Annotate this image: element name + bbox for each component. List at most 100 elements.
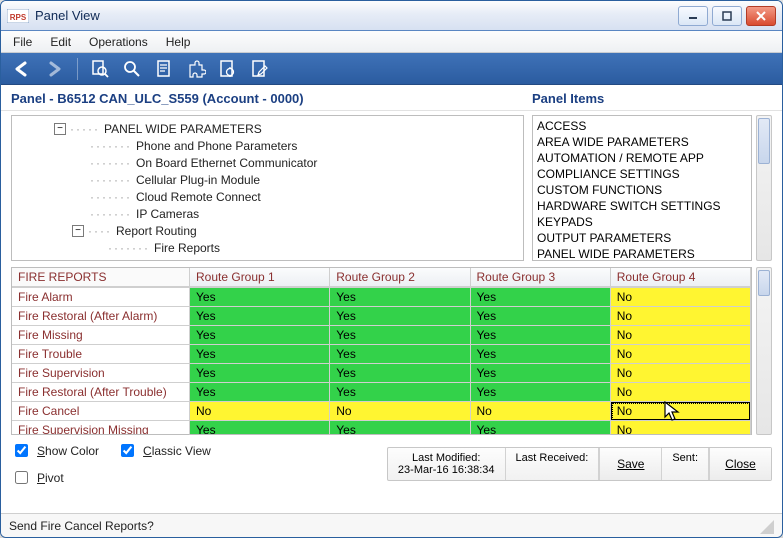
tree-node[interactable]: ·······Phone and Phone Parameters: [18, 137, 523, 154]
cell[interactable]: Yes: [471, 326, 611, 345]
cell[interactable]: No: [471, 402, 611, 421]
pivot-checkbox[interactable]: Pivot: [11, 468, 99, 487]
close-button[interactable]: [746, 6, 776, 26]
page-tools-button[interactable]: [216, 57, 240, 81]
edit-page-button[interactable]: [248, 57, 272, 81]
tree-node-label: Cloud Remote Connect: [136, 190, 261, 204]
tree-node[interactable]: ·······Gas Reports: [18, 256, 523, 261]
back-button[interactable]: [11, 57, 35, 81]
panel-item[interactable]: CUSTOM FUNCTIONS: [537, 182, 747, 198]
save-button[interactable]: Save: [599, 448, 661, 480]
table-row[interactable]: Fire SupervisionYesYesYesNo: [12, 364, 751, 383]
cell[interactable]: Yes: [190, 383, 330, 402]
tree-node[interactable]: ·······IP Cameras: [18, 205, 523, 222]
table-row[interactable]: Fire CancelNoNoNoNo: [12, 402, 751, 421]
cell[interactable]: No: [611, 307, 751, 326]
integrations-button[interactable]: [184, 57, 208, 81]
zoom-page-button[interactable]: [88, 57, 112, 81]
cell[interactable]: Yes: [471, 421, 611, 435]
tree-root[interactable]: − ····· PANEL WIDE PARAMETERS: [18, 120, 523, 137]
panel-item[interactable]: AREA WIDE PARAMETERS: [537, 134, 747, 150]
scrollbar-thumb[interactable]: [758, 270, 770, 296]
cell[interactable]: Yes: [190, 421, 330, 435]
tree-node[interactable]: ·······On Board Ethernet Communicator: [18, 154, 523, 171]
grid-scrollbar[interactable]: [756, 267, 772, 435]
cell[interactable]: Yes: [471, 364, 611, 383]
panel-item[interactable]: COMPLIANCE SETTINGS: [537, 166, 747, 182]
menu-operations[interactable]: Operations: [81, 33, 156, 51]
cell[interactable]: No: [611, 421, 751, 435]
table-row[interactable]: Fire Supervision MissingYesYesYesNo: [12, 421, 751, 435]
cell[interactable]: Yes: [190, 326, 330, 345]
panel-items-wrap: ACCESSAREA WIDE PARAMETERSAUTOMATION / R…: [532, 115, 772, 261]
cell[interactable]: No: [611, 326, 751, 345]
cell[interactable]: No: [330, 402, 470, 421]
notes-button[interactable]: [152, 57, 176, 81]
resize-grip-icon[interactable]: [758, 518, 774, 534]
tree-view[interactable]: − ····· PANEL WIDE PARAMETERS ·······Pho…: [11, 115, 524, 261]
report-grid[interactable]: FIRE REPORTS Route Group 1 Route Group 2…: [11, 267, 752, 435]
tree-node[interactable]: ·······Cloud Remote Connect: [18, 188, 523, 205]
tree-report-routing[interactable]: − ···· Report Routing: [18, 222, 523, 239]
grid-col-4[interactable]: Route Group 4: [611, 268, 751, 287]
cell[interactable]: Yes: [330, 345, 470, 364]
panel-item[interactable]: OUTPUT PARAMETERS: [537, 230, 747, 246]
grid-col-3[interactable]: Route Group 3: [471, 268, 611, 287]
grid-col-2[interactable]: Route Group 2: [330, 268, 470, 287]
panel-items-scrollbar[interactable]: [756, 115, 772, 261]
cell[interactable]: Yes: [471, 288, 611, 307]
cell[interactable]: Yes: [471, 345, 611, 364]
menu-help[interactable]: Help: [158, 33, 199, 51]
table-row[interactable]: Fire Restoral (After Trouble)YesYesYesNo: [12, 383, 751, 402]
collapse-icon[interactable]: −: [72, 225, 84, 237]
cell[interactable]: Yes: [190, 364, 330, 383]
panel-item[interactable]: PANEL WIDE PARAMETERS: [537, 246, 747, 261]
panel-item[interactable]: HARDWARE SWITCH SETTINGS: [537, 198, 747, 214]
table-row[interactable]: Fire MissingYesYesYesNo: [12, 326, 751, 345]
cell[interactable]: Yes: [330, 421, 470, 435]
cell[interactable]: Yes: [190, 288, 330, 307]
cell[interactable]: Yes: [190, 345, 330, 364]
upper-split: − ····· PANEL WIDE PARAMETERS ·······Pho…: [1, 111, 782, 261]
tree-node[interactable]: ·······Cellular Plug-in Module: [18, 171, 523, 188]
cell[interactable]: No: [190, 402, 330, 421]
table-row[interactable]: Fire AlarmYesYesYesNo: [12, 288, 751, 307]
classic-view-checkbox[interactable]: Classic View: [117, 441, 211, 460]
collapse-icon[interactable]: −: [54, 123, 66, 135]
panel-item[interactable]: AUTOMATION / REMOTE APP: [537, 150, 747, 166]
cell[interactable]: No: [611, 288, 751, 307]
cell[interactable]: Yes: [330, 307, 470, 326]
cell[interactable]: Yes: [190, 307, 330, 326]
title-bar: RPS Panel View: [1, 1, 782, 31]
cell[interactable]: Yes: [330, 326, 470, 345]
table-row[interactable]: Fire Restoral (After Alarm)YesYesYesNo: [12, 307, 751, 326]
cell[interactable]: No: [611, 402, 751, 421]
forward-button[interactable]: [43, 57, 67, 81]
cell[interactable]: Yes: [471, 307, 611, 326]
panel-items-list[interactable]: ACCESSAREA WIDE PARAMETERSAUTOMATION / R…: [532, 115, 752, 261]
grid-col-1[interactable]: Route Group 1: [190, 268, 330, 287]
cell[interactable]: Yes: [330, 383, 470, 402]
tree-node[interactable]: ·······Fire Reports: [18, 239, 523, 256]
table-row[interactable]: Fire TroubleYesYesYesNo: [12, 345, 751, 364]
cell[interactable]: No: [611, 364, 751, 383]
cell[interactable]: Yes: [330, 288, 470, 307]
tree-report-label: Report Routing: [116, 224, 197, 238]
scrollbar-thumb[interactable]: [758, 118, 770, 164]
close-panel-button[interactable]: Close: [709, 448, 771, 480]
search-button[interactable]: [120, 57, 144, 81]
cell[interactable]: Yes: [471, 383, 611, 402]
cell[interactable]: No: [611, 345, 751, 364]
menu-edit[interactable]: Edit: [42, 33, 79, 51]
show-color-hotkey: S: [37, 444, 45, 458]
cell[interactable]: Yes: [330, 364, 470, 383]
menu-file[interactable]: File: [5, 33, 40, 51]
panel-item[interactable]: ACCESS: [537, 118, 747, 134]
panel-item[interactable]: KEYPADS: [537, 214, 747, 230]
report-grid-wrap: FIRE REPORTS Route Group 1 Route Group 2…: [1, 261, 782, 435]
minimize-button[interactable]: [678, 6, 708, 26]
cell[interactable]: No: [611, 383, 751, 402]
tree-root-label: PANEL WIDE PARAMETERS: [104, 122, 262, 136]
show-color-checkbox[interactable]: Show Color: [11, 441, 99, 460]
maximize-button[interactable]: [712, 6, 742, 26]
